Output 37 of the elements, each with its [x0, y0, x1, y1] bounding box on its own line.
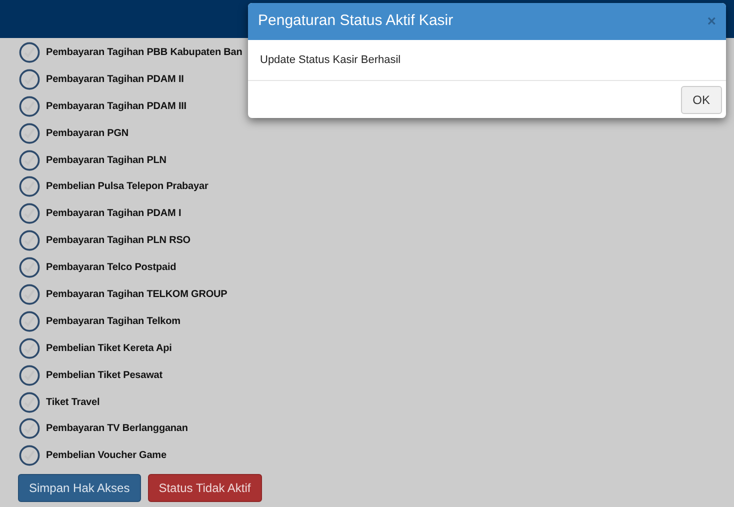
checkbox[interactable]: [19, 42, 40, 63]
permission-label: Pembayaran Tagihan PDAM III: [46, 100, 186, 114]
checkbox[interactable]: [19, 364, 40, 386]
dialog-message: Update Status Kasir Berhasil: [260, 52, 401, 68]
permission-label: Tiket Travel: [46, 396, 100, 410]
action-button[interactable]: Status Tidak Aktif: [148, 474, 262, 502]
permission-label: Pembayaran TV Berlangganan: [46, 422, 188, 436]
permission-label: Pembayaran PGN: [46, 126, 129, 141]
permission-label: Pembayaran Telco Postpaid: [46, 261, 176, 276]
checkbox[interactable]: [19, 122, 40, 144]
checkbox[interactable]: [19, 68, 40, 90]
permission-label: Pembayaran Tagihan PDAM II: [46, 72, 184, 87]
permission-label: Pembayaran Tagihan PDAM I: [46, 207, 182, 222]
ok-button[interactable]: OK: [680, 86, 722, 114]
permission-label: Pembelian Tiket Kereta Api: [46, 342, 172, 356]
dialog-title: Pengaturan Status Aktif Kasir: [258, 11, 454, 32]
checkbox[interactable]: [19, 230, 40, 252]
checkbox[interactable]: [19, 445, 40, 466]
permission-label: Pembelian Pulsa Telepon Prabayar: [46, 180, 208, 194]
checkbox[interactable]: [19, 310, 40, 332]
action-button[interactable]: Simpan Hak Akses: [18, 474, 141, 502]
checkbox[interactable]: [19, 96, 40, 117]
checkbox[interactable]: [19, 257, 40, 278]
permission-label: Pembayaran Tagihan TELKOM GROUP: [46, 288, 228, 302]
checkbox[interactable]: [19, 176, 40, 198]
checkbox[interactable]: [19, 284, 40, 305]
permission-label: Pembelian Tiket Pesawat: [46, 368, 162, 383]
checkbox[interactable]: [19, 338, 40, 359]
checkbox[interactable]: [19, 418, 40, 440]
checkbox[interactable]: [19, 203, 40, 224]
checkbox[interactable]: [19, 392, 40, 413]
permission-label: Pembayaran Tagihan PLN RSO: [46, 234, 190, 248]
permission-label: Pembayaran Tagihan PBB Kabupaten Ban: [46, 46, 242, 60]
checkbox[interactable]: [19, 150, 40, 170]
permission-label: Pembayaran Tagihan Telkom: [46, 314, 180, 329]
permission-label: Pembayaran Tagihan PLN: [46, 154, 166, 168]
permission-label: Pembelian Voucher Game: [46, 449, 166, 464]
